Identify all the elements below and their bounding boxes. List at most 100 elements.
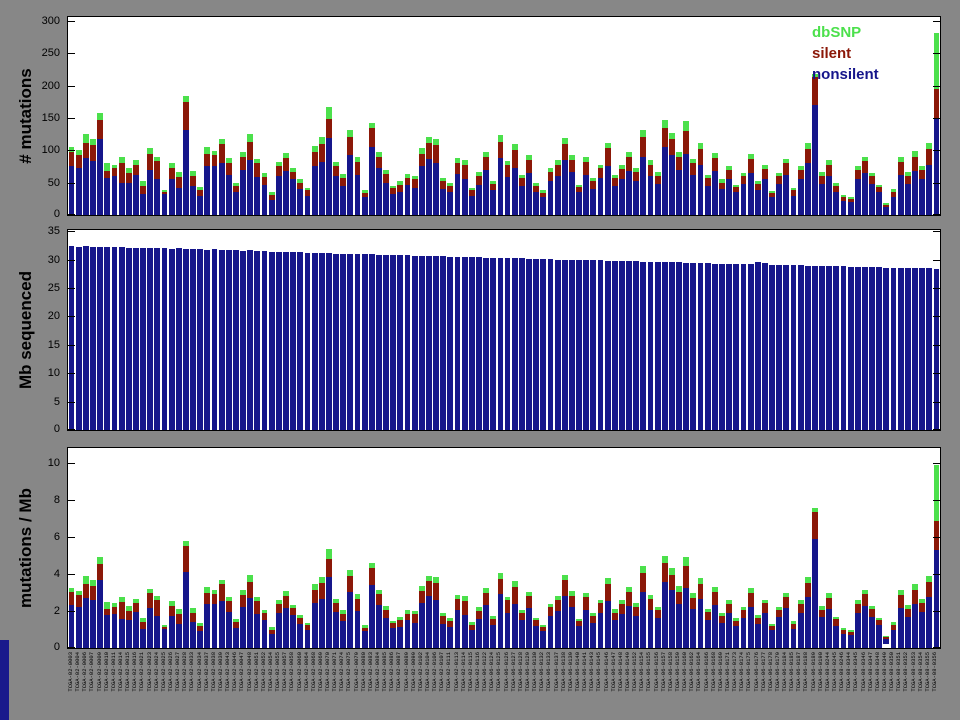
- bar: [455, 158, 461, 215]
- bar-segment-mb: [176, 248, 182, 430]
- bar-segment-silent: [583, 597, 589, 609]
- bar-segment-mb: [555, 260, 561, 430]
- bar-segment-silent: [712, 592, 718, 605]
- bar-segment-silent: [934, 521, 940, 550]
- bar: [426, 137, 432, 215]
- bar-segment-nonsilent: [147, 170, 153, 215]
- bar-segment-nonsilent: [412, 623, 418, 648]
- bar: [333, 162, 339, 215]
- bar-segment-nonsilent: [376, 605, 382, 648]
- bar: [383, 255, 389, 430]
- sample-label: TCGA-02-0004: [75, 652, 82, 718]
- bar-segment-mb: [390, 255, 396, 430]
- bar-segment-nonsilent: [426, 596, 432, 648]
- y-tick-label: 200: [24, 80, 60, 92]
- bar-segment-dbSNP: [326, 107, 332, 119]
- mb-sequenced-bars: [68, 230, 940, 430]
- bar: [598, 260, 604, 430]
- bar-segment-silent: [340, 614, 346, 621]
- bar-segment-nonsilent: [326, 577, 332, 648]
- bar-segment-nonsilent: [826, 176, 832, 215]
- bar-segment-silent: [176, 177, 182, 187]
- bar-segment-nonsilent: [655, 184, 661, 215]
- bar-segment-nonsilent: [312, 166, 318, 215]
- bar: [76, 591, 82, 648]
- bar-segment-silent: [204, 593, 210, 605]
- bar: [533, 618, 539, 648]
- bar: [862, 267, 868, 430]
- bar: [826, 160, 832, 215]
- bar-segment-mb: [90, 247, 96, 430]
- bar: [490, 181, 496, 215]
- y-tick-left: [68, 345, 75, 346]
- bar: [69, 147, 75, 215]
- bar-segment-silent: [219, 584, 225, 602]
- bar-segment-silent: [426, 581, 432, 596]
- bar-segment-nonsilent: [719, 189, 725, 215]
- y-tick-left: [68, 537, 75, 538]
- sample-label: TCGA-02-0051: [254, 652, 261, 718]
- bar-segment-nonsilent: [526, 608, 532, 648]
- bar-segment-silent: [648, 165, 654, 177]
- bar: [319, 577, 325, 648]
- y-tick-right: [933, 345, 940, 346]
- bar-segment-mb: [305, 253, 311, 430]
- sample-label: TCGA-02-0068: [311, 652, 318, 718]
- bar: [612, 261, 618, 430]
- bar-segment-mb: [276, 252, 282, 430]
- bar: [362, 190, 368, 215]
- bar: [433, 577, 439, 648]
- bar-segment-silent: [212, 594, 218, 603]
- bar: [226, 158, 232, 215]
- bar: [769, 265, 775, 430]
- bar-segment-mb: [254, 251, 260, 430]
- y-tick-label: 0: [24, 423, 60, 435]
- bar-segment-silent: [783, 163, 789, 175]
- bar-segment-nonsilent: [369, 147, 375, 215]
- bar-segment-nonsilent: [440, 624, 446, 648]
- bar-segment-nonsilent: [669, 590, 675, 648]
- bar-segment-silent: [376, 157, 382, 169]
- bar-segment-nonsilent: [676, 170, 682, 215]
- sample-label: TCGA-06-0137: [554, 652, 561, 718]
- bar-segment-nonsilent: [855, 613, 861, 648]
- bar-segment-mb: [783, 265, 789, 430]
- bar: [576, 260, 582, 430]
- sample-label: TCGA-08-0244: [825, 652, 832, 718]
- bar-segment-nonsilent: [590, 189, 596, 215]
- sample-label: TCGA-02-0060: [297, 652, 304, 718]
- bar-segment-silent: [812, 512, 818, 540]
- sample-label: TCGA-02-0047: [239, 652, 246, 718]
- bar-segment-mb: [440, 256, 446, 430]
- y-tick-right: [933, 260, 940, 261]
- bar: [812, 508, 818, 648]
- bar-segment-silent: [741, 610, 747, 618]
- sample-label: TCGA-02-0024: [154, 652, 161, 718]
- bar: [791, 188, 797, 215]
- bar-segment-dbSNP: [934, 33, 940, 89]
- bar-segment-dbSNP: [326, 549, 332, 560]
- sample-label: TCGA-06-0139: [568, 652, 575, 718]
- bar-segment-silent: [190, 176, 196, 186]
- y-tick-left: [68, 611, 75, 612]
- bar: [347, 130, 353, 215]
- bar-segment-silent: [419, 591, 425, 603]
- bar-segment-nonsilent: [848, 202, 854, 215]
- bar-segment-nonsilent: [876, 192, 882, 215]
- bar: [412, 611, 418, 648]
- bar-segment-dbSNP: [934, 465, 940, 521]
- bar-segment-dbSNP: [662, 556, 668, 564]
- sample-label: TCGA-06-0190: [818, 652, 825, 718]
- bar-segment-mb: [826, 266, 832, 430]
- bar-segment-nonsilent: [333, 176, 339, 215]
- bar-segment-silent: [741, 176, 747, 184]
- bar-segment-nonsilent: [719, 623, 725, 648]
- bar: [447, 618, 453, 648]
- bar-segment-nonsilent: [119, 183, 125, 215]
- bar-segment-nonsilent: [891, 197, 897, 215]
- bar: [297, 615, 303, 648]
- bar: [712, 587, 718, 648]
- bar-segment-nonsilent: [247, 598, 253, 648]
- bar-segment-silent: [519, 178, 525, 186]
- bar-segment-silent: [505, 165, 511, 178]
